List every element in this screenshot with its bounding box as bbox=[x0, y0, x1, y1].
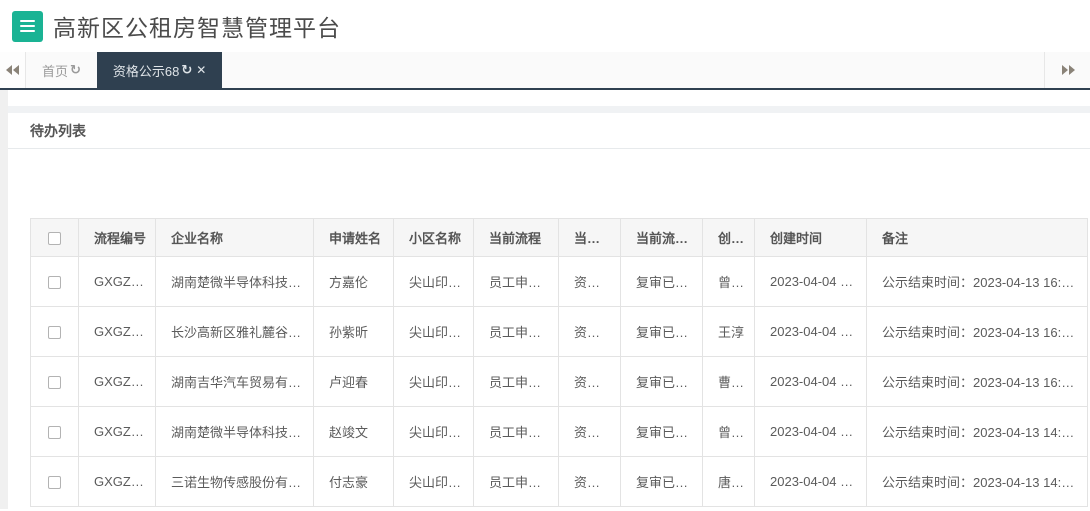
table-cell: 曾芙蓉 bbox=[702, 256, 755, 307]
app-header: 高新区公租房智慧管理平台 bbox=[0, 0, 1090, 52]
scroll-tabs-left-button[interactable] bbox=[0, 52, 26, 88]
table-cell: 公示结束时间：2023-04-13 14:04:21 bbox=[866, 456, 1088, 507]
table-cell: 2023-04-04 13:54:06 bbox=[754, 406, 867, 457]
tab-label: 首页 bbox=[42, 63, 69, 79]
table-cell: 赵竣文 bbox=[313, 406, 394, 457]
panel-header: 待办列表 bbox=[8, 113, 1090, 149]
hamburger-menu-button[interactable] bbox=[12, 10, 43, 42]
table-cell: 尖山印象1栋 bbox=[393, 456, 474, 507]
column-header: 当前流程 bbox=[473, 218, 559, 257]
panel-title: 待办列表 bbox=[30, 122, 86, 139]
table-cell: 尖山印象1栋 bbox=[393, 406, 474, 457]
table-cell: 资格公示 bbox=[558, 356, 621, 407]
table-cell: 曾芙蓉 bbox=[702, 406, 755, 457]
row-checkbox[interactable] bbox=[48, 326, 61, 340]
table-cell: 湖南楚微半导体科技有限公司 bbox=[155, 406, 314, 457]
table-cell: GXGZF(17141) bbox=[78, 456, 156, 507]
row-checkbox[interactable] bbox=[48, 476, 61, 490]
table-cell: 公示结束时间：2023-04-13 16:39:07 bbox=[866, 256, 1088, 307]
table-cell: 湖南吉华汽车贸易有限公司 bbox=[155, 356, 314, 407]
tab-label: 资格公示68 bbox=[112, 63, 180, 79]
tab-bar: 首页 ↻ 资格公示68 ↻ ✕ bbox=[0, 52, 1090, 90]
tab-content: 待办列表 流程编号企业名称申请姓名小区名称当前流程当前节点当前流程状态创建人创建… bbox=[0, 90, 1090, 509]
table-cell: 2023-04-04 16:56:24 bbox=[754, 456, 867, 507]
hamburger-menu-icon bbox=[20, 17, 35, 35]
table-cell: 公示结束时间：2023-04-13 14:06:57 bbox=[866, 406, 1088, 457]
table-cell: 三诺生物传感股份有限公司 bbox=[155, 456, 314, 507]
column-header: 当前节点 bbox=[558, 218, 621, 257]
table-cell: 王淳 bbox=[702, 306, 755, 357]
app-title: 高新区公租房智慧管理平台 bbox=[53, 15, 341, 41]
table-cell: 2023-04-04 13:54:06 bbox=[754, 256, 867, 307]
app-window: 高新区公租房智慧管理平台 首页 ↻ 资格公示68 ↻ ✕ 待办列表 流程编号 企… bbox=[0, 0, 1090, 511]
column-header: 企业名称 bbox=[155, 218, 314, 257]
table-cell: 曹芝蓉 bbox=[702, 356, 755, 407]
row-checkbox[interactable] bbox=[48, 276, 61, 290]
tab-home[interactable]: 首页 ↻ bbox=[26, 52, 97, 88]
table-cell: 方嘉伦 bbox=[313, 256, 394, 307]
table-row: GXGZF(17139)湖南楚微半导体科技有限公司赵竣文尖山印象1栋员工申请流程… bbox=[30, 406, 1088, 457]
table-cell: 资格公示 bbox=[558, 256, 621, 307]
table-cell: GXGZF(17138) bbox=[78, 256, 156, 307]
column-header: 当前流程状态 bbox=[620, 218, 703, 257]
table-cell: 员工申请流程 bbox=[473, 306, 559, 357]
todo-table: 流程编号企业名称申请姓名小区名称当前流程当前节点当前流程状态创建人创建时间备注 … bbox=[30, 218, 1088, 507]
table-cell: 员工申请流程 bbox=[473, 406, 559, 457]
table-row: GXGZF(17136)长沙高新区雅礼麓谷中学孙紫昕尖山印象1栋员工申请流程资格… bbox=[30, 306, 1088, 357]
table-cell: 复审已通过 bbox=[620, 456, 703, 507]
table-cell: 资格公示 bbox=[558, 306, 621, 357]
table-cell: 长沙高新区雅礼麓谷中学 bbox=[155, 306, 314, 357]
table-cell: 2023-04-04 10:05:06 bbox=[754, 356, 867, 407]
table-row: GXGZF(17138)湖南楚微半导体科技有限公司方嘉伦尖山印象1栋员工申请流程… bbox=[30, 256, 1088, 307]
table-cell: 员工申请流程 bbox=[473, 456, 559, 507]
table-cell: 公示结束时间：2023-04-13 16:38:49 bbox=[866, 356, 1088, 407]
column-header: 小区名称 bbox=[393, 218, 474, 257]
table-row: GXGZF(17141)三诺生物传感股份有限公司付志豪尖山印象1栋员工申请流程资… bbox=[30, 456, 1088, 507]
table-cell: 孙紫昕 bbox=[313, 306, 394, 357]
row-checkbox[interactable] bbox=[48, 376, 61, 390]
table-cell: 复审已通过 bbox=[620, 356, 703, 407]
table-cell: 资格公示 bbox=[558, 406, 621, 457]
table-cell: 湖南楚微半导体科技有限公司 bbox=[155, 256, 314, 307]
table-cell: 员工申请流程 bbox=[473, 256, 559, 307]
table-cell: 尖山印象1栋 bbox=[393, 256, 474, 307]
column-header: 创建时间 bbox=[754, 218, 867, 257]
table-cell: 付志豪 bbox=[313, 456, 394, 507]
table-cell: 2023-04-04 12:48:39 bbox=[754, 306, 867, 357]
close-icon[interactable]: ✕ bbox=[196, 63, 206, 77]
table-cell: GXGZF(17132) bbox=[78, 356, 156, 407]
section-divider bbox=[8, 106, 1090, 113]
table-cell: 唐金玉 bbox=[702, 456, 755, 507]
table-cell: 资格公示 bbox=[558, 456, 621, 507]
left-gutter bbox=[0, 90, 8, 509]
table-header-row: 流程编号企业名称申请姓名小区名称当前流程当前节点当前流程状态创建人创建时间备注 bbox=[30, 218, 1088, 257]
scroll-tabs-right-button[interactable] bbox=[1044, 52, 1090, 88]
table-cell: 公示结束时间：2023-04-13 16:38:58 bbox=[866, 306, 1088, 357]
refresh-icon[interactable]: ↻ bbox=[181, 62, 192, 78]
todo-table-container: 流程编号企业名称申请姓名小区名称当前流程当前节点当前流程状态创建人创建时间备注 … bbox=[30, 218, 1088, 507]
table-row: GXGZF(17132)湖南吉华汽车贸易有限公司卢迎春尖山印象1栋员工申请流程资… bbox=[30, 356, 1088, 407]
double-chevron-left-icon bbox=[5, 65, 19, 75]
double-chevron-right-icon bbox=[1061, 65, 1075, 75]
table-cell: 复审已通过 bbox=[620, 256, 703, 307]
tab-qualification-publicity[interactable]: 资格公示68 ↻ ✕ bbox=[96, 52, 223, 88]
table-body: GXGZF(17138)湖南楚微半导体科技有限公司方嘉伦尖山印象1栋员工申请流程… bbox=[30, 256, 1088, 507]
table-cell: 复审已通过 bbox=[620, 306, 703, 357]
table-cell: GXGZF(17136) bbox=[78, 306, 156, 357]
table-cell: 复审已通过 bbox=[620, 406, 703, 457]
row-checkbox[interactable] bbox=[48, 426, 61, 440]
table-cell: GXGZF(17139) bbox=[78, 406, 156, 457]
column-header: 流程编号 bbox=[78, 218, 156, 257]
select-all-checkbox[interactable] bbox=[48, 232, 61, 246]
column-header: 创建人 bbox=[702, 218, 755, 257]
table-cell: 员工申请流程 bbox=[473, 356, 559, 407]
table-cell: 卢迎春 bbox=[313, 356, 394, 407]
table-cell: 尖山印象1栋 bbox=[393, 306, 474, 357]
column-header: 备注 bbox=[866, 218, 1088, 257]
refresh-icon[interactable]: ↻ bbox=[70, 62, 81, 78]
column-header: 申请姓名 bbox=[313, 218, 394, 257]
table-cell: 尖山印象1栋 bbox=[393, 356, 474, 407]
